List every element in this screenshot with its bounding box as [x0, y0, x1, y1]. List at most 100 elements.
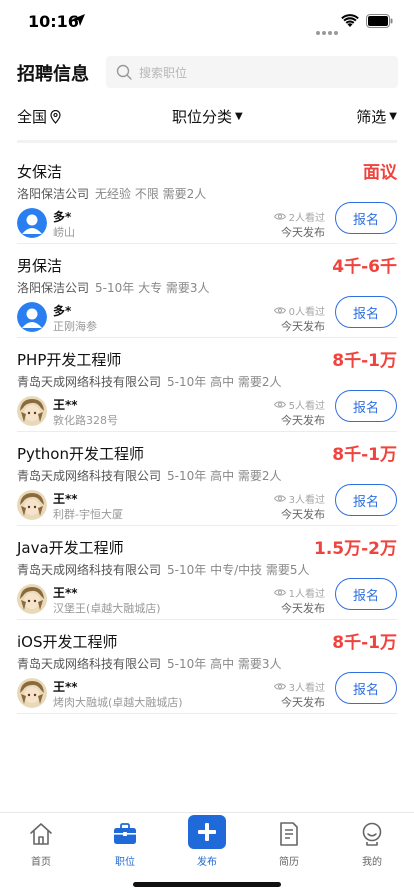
anime-avatar-icon [17, 490, 47, 520]
tab-mine[interactable]: 我的 [342, 821, 402, 868]
search-icon [116, 64, 132, 80]
profile-icon [362, 822, 382, 846]
view-count: 0人看过 [273, 303, 325, 318]
avatar [17, 584, 47, 614]
category-filter-label: 职位分类 [172, 108, 233, 126]
posted-time: 今天发布 [281, 602, 325, 615]
job-meta: 洛阳保洁公司 无经验 不限 需要2人 [17, 185, 206, 202]
anime-avatar-icon [17, 584, 47, 614]
view-count-text: 1人看过 [288, 589, 325, 600]
apply-button[interactable]: 报名 [335, 296, 397, 328]
view-count-text: 0人看过 [288, 307, 325, 318]
company-name: 洛阳保洁公司 [17, 187, 90, 201]
search-input[interactable]: 搜索职位 [106, 56, 398, 88]
view-count: 3人看过 [273, 679, 325, 694]
cellular-signal-icon [316, 20, 340, 39]
job-card[interactable]: Java开发工程师 1.5万-2万 青岛天成网络科技有限公司 5-10年 中专/中… [17, 526, 397, 620]
recruiter-name: 王** [53, 398, 78, 412]
default-avatar-icon [17, 208, 47, 238]
job-card[interactable]: PHP开发工程师 8千-1万 青岛天成网络科技有限公司 5-10年 高中 需要2人… [17, 338, 397, 432]
eye-icon [273, 495, 286, 502]
view-count: 1人看过 [273, 585, 325, 600]
apply-button[interactable]: 报名 [335, 578, 397, 610]
company-name: 青岛天成网络科技有限公司 [17, 375, 162, 389]
caret-down-icon: ▼ [389, 111, 397, 122]
view-count-text: 3人看过 [288, 683, 325, 694]
job-salary: 1.5万-2万 [314, 539, 397, 559]
eye-icon [273, 589, 286, 596]
filter-bar: 全国 职位分类 ▼ 筛选 ▼ [0, 106, 414, 128]
job-card[interactable]: 女保洁 面议 洛阳保洁公司 无经验 不限 需要2人 多* 崂山 2人看过 今天发布… [17, 150, 397, 244]
wifi-icon [341, 14, 359, 27]
region-filter[interactable]: 全国 [17, 106, 61, 127]
screen-filter[interactable]: 筛选 ▼ [356, 106, 397, 127]
posted-time: 今天发布 [281, 508, 325, 521]
job-requirements: 无经验 不限 需要2人 [95, 187, 207, 201]
company-name: 洛阳保洁公司 [17, 281, 90, 295]
tab-publish-label: 发布 [197, 857, 217, 868]
tab-resume-label: 简历 [279, 857, 299, 868]
tab-jobs-label: 职位 [115, 857, 135, 868]
job-title: 男保洁 [17, 257, 63, 275]
job-title: PHP开发工程师 [17, 351, 122, 369]
job-salary: 8千-1万 [332, 445, 397, 465]
job-address: 利群-宇恒大厦 [53, 508, 123, 521]
home-indicator [133, 882, 281, 887]
job-title: iOS开发工程师 [17, 633, 118, 651]
tab-publish[interactable]: 发布 [177, 815, 237, 868]
recruiter-name: 多* [53, 210, 72, 224]
job-card[interactable]: 男保洁 4千-6千 洛阳保洁公司 5-10年 大专 需要3人 多* 正刚海参 0人… [17, 244, 397, 338]
resume-icon [280, 822, 298, 846]
job-salary: 4千-6千 [332, 257, 397, 277]
company-name: 青岛天成网络科技有限公司 [17, 563, 162, 577]
search-placeholder: 搜索职位 [139, 66, 188, 80]
eye-icon [273, 213, 286, 220]
job-card[interactable]: Python开发工程师 8千-1万 青岛天成网络科技有限公司 5-10年 高中 需… [17, 432, 397, 526]
battery-icon [366, 14, 393, 28]
region-filter-label: 全国 [17, 108, 48, 126]
job-meta: 青岛天成网络科技有限公司 5-10年 高中 需要2人 [17, 373, 282, 390]
job-salary: 面议 [363, 163, 397, 183]
view-count: 5人看过 [273, 397, 325, 412]
tab-mine-label: 我的 [362, 857, 382, 868]
view-count: 3人看过 [273, 491, 325, 506]
job-requirements: 5-10年 高中 需要2人 [167, 375, 282, 389]
job-requirements: 5-10年 中专/中技 需要5人 [167, 563, 310, 577]
tab-jobs[interactable]: 职位 [95, 821, 155, 868]
job-address: 敦化路328号 [53, 414, 118, 427]
category-filter[interactable]: 职位分类 ▼ [172, 106, 243, 127]
eye-icon [273, 307, 286, 314]
location-pin-icon [50, 109, 61, 124]
job-salary: 8千-1万 [332, 351, 397, 371]
anime-avatar-icon [17, 678, 47, 708]
apply-button[interactable]: 报名 [335, 672, 397, 704]
apply-button[interactable]: 报名 [335, 202, 397, 234]
tab-resume[interactable]: 简历 [259, 821, 319, 868]
tab-home[interactable]: 首页 [11, 821, 71, 868]
job-address: 正刚海参 [53, 320, 97, 333]
posted-time: 今天发布 [281, 696, 325, 709]
divider [17, 140, 397, 143]
view-count-text: 5人看过 [288, 401, 325, 412]
job-address: 崂山 [53, 226, 75, 239]
apply-button[interactable]: 报名 [335, 484, 397, 516]
job-address: 烤肉大融城(卓越大融城店) [53, 696, 183, 709]
job-title: Java开发工程师 [17, 539, 124, 557]
job-requirements: 5-10年 高中 需要2人 [167, 469, 282, 483]
job-meta: 青岛天成网络科技有限公司 5-10年 中专/中技 需要5人 [17, 561, 310, 578]
view-count-text: 2人看过 [288, 213, 325, 224]
job-meta: 洛阳保洁公司 5-10年 大专 需要3人 [17, 279, 210, 296]
view-count-text: 3人看过 [288, 495, 325, 506]
job-salary: 8千-1万 [332, 633, 397, 653]
posted-time: 今天发布 [281, 226, 325, 239]
caret-down-icon: ▼ [235, 111, 243, 122]
recruiter-name: 王** [53, 492, 78, 506]
company-name: 青岛天成网络科技有限公司 [17, 469, 162, 483]
job-title: 女保洁 [17, 163, 63, 181]
recruiter-name: 王** [53, 586, 78, 600]
apply-button[interactable]: 报名 [335, 390, 397, 422]
job-address: 汉堡王(卓越大融城店) [53, 602, 161, 615]
job-card[interactable]: iOS开发工程师 8千-1万 青岛天成网络科技有限公司 5-10年 高中 需要3人… [17, 620, 397, 714]
anime-avatar-icon [17, 396, 47, 426]
company-name: 青岛天成网络科技有限公司 [17, 657, 162, 671]
